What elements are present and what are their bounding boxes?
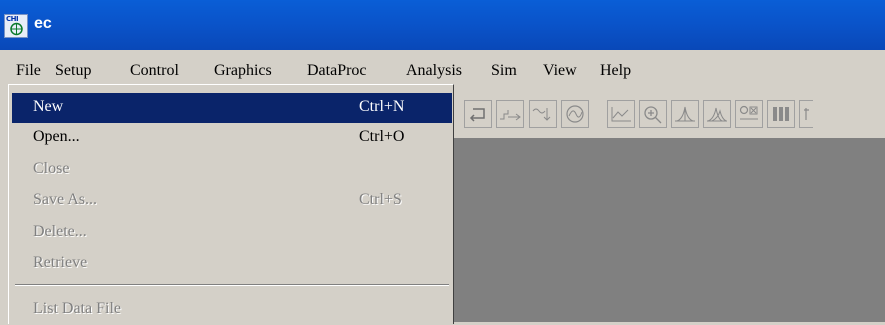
menu-item-label: Close [33, 160, 70, 177]
zoom-icon[interactable] [639, 100, 667, 128]
menu-file[interactable]: File [16, 62, 41, 80]
file-menu-dropdown: New Ctrl+N Open... Ctrl+O Close Save As.… [8, 84, 454, 324]
menu-item-shortcut: Ctrl+O [359, 128, 405, 145]
more-icon[interactable] [799, 100, 813, 128]
menu-item-delete[interactable]: Delete... [12, 218, 452, 248]
menu-item-label: Save As... [33, 191, 97, 208]
menu-graphics[interactable]: Graphics [214, 62, 272, 80]
menu-item-label: Delete... [33, 223, 87, 240]
menu-analysis[interactable]: Analysis [406, 62, 462, 80]
menu-sim[interactable]: Sim [491, 62, 517, 80]
menu-item-label: New [33, 98, 64, 115]
menu-item-shortcut: Ctrl+N [359, 98, 405, 115]
menu-item-open[interactable]: Open... Ctrl+O [12, 123, 452, 153]
bars-icon[interactable] [767, 100, 795, 128]
title-bar[interactable]: CHI ec [0, 0, 885, 50]
menu-view[interactable]: View [543, 62, 577, 80]
overlay-icon[interactable] [703, 100, 731, 128]
menu-item-label: List Data File [33, 300, 121, 317]
menu-item-label: Retrieve [33, 254, 88, 271]
app-icon[interactable]: CHI [4, 14, 28, 38]
graph-icon[interactable] [607, 100, 635, 128]
param-icon[interactable] [735, 100, 763, 128]
step-icon[interactable] [496, 100, 524, 128]
menu-control[interactable]: Control [130, 62, 179, 80]
filter-icon[interactable] [529, 100, 557, 128]
menu-item-close[interactable]: Close [12, 155, 452, 185]
menu-dataproc[interactable]: DataProc [307, 62, 367, 80]
sim-icon[interactable] [561, 100, 589, 128]
work-area[interactable] [454, 139, 885, 322]
menu-item-label: Open... [33, 128, 80, 145]
window-title: ec [34, 15, 52, 32]
menu-item-retrieve[interactable]: Retrieve [12, 249, 452, 279]
menu-item-save-as[interactable]: Save As... Ctrl+S [12, 186, 452, 216]
menu-separator [15, 284, 449, 286]
menu-item-list-data-file[interactable]: List Data File [12, 295, 452, 325]
menu-item-new[interactable]: New Ctrl+N [12, 93, 452, 123]
return-icon[interactable] [464, 100, 492, 128]
toolbar [454, 84, 885, 139]
menu-help[interactable]: Help [600, 62, 631, 80]
menu-setup[interactable]: Setup [55, 62, 91, 80]
menu-item-shortcut: Ctrl+S [359, 191, 402, 208]
peak-icon[interactable] [671, 100, 699, 128]
